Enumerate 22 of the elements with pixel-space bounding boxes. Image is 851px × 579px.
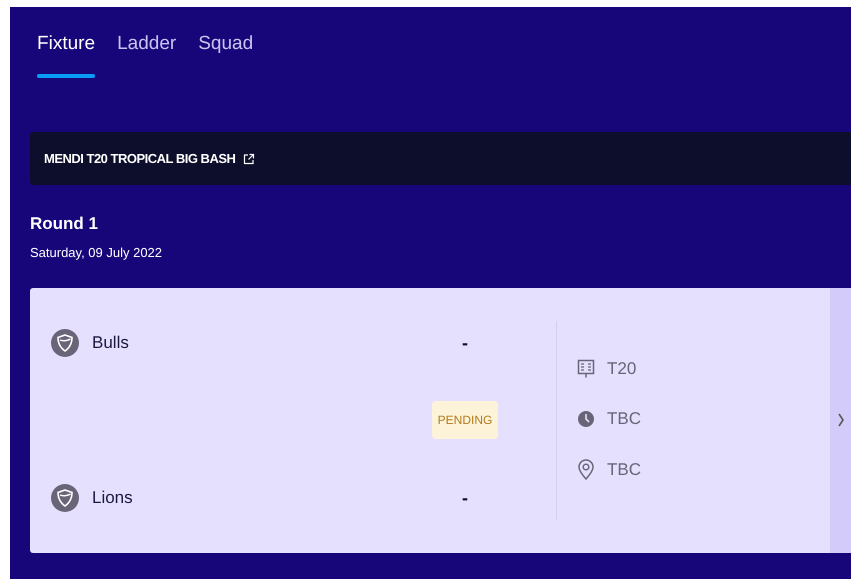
round-date: Saturday, 09 July 2022 bbox=[30, 244, 164, 262]
chevron-right-icon bbox=[836, 412, 844, 428]
tab[interactable]: Squad bbox=[198, 31, 254, 78]
scoreboard-icon bbox=[577, 359, 595, 379]
tab[interactable]: Ladder bbox=[117, 31, 176, 78]
tab[interactable]: Fixture bbox=[37, 31, 96, 78]
team-score: - bbox=[462, 332, 468, 354]
match-detail: T20 bbox=[607, 359, 636, 379]
match-detail: TBC bbox=[607, 460, 641, 480]
shield-icon bbox=[51, 484, 79, 512]
shield-icon bbox=[51, 328, 79, 356]
location-pin-icon bbox=[577, 459, 595, 481]
status-badge: PENDING bbox=[432, 401, 498, 439]
external-link-icon[interactable] bbox=[243, 152, 256, 164]
match-card[interactable]: Bulls Lions - PENDING - T20 TBC TBC bbox=[30, 288, 851, 552]
match-detail: TBC bbox=[607, 409, 641, 429]
clock-icon bbox=[577, 409, 595, 429]
competition-title: MENDI T20 TROPICAL BIG BASH bbox=[44, 150, 236, 168]
team-score: - bbox=[462, 486, 468, 510]
team-name: Bulls bbox=[92, 332, 129, 354]
team-name: Lions bbox=[92, 486, 133, 509]
round-title: Round 1 bbox=[30, 213, 99, 235]
